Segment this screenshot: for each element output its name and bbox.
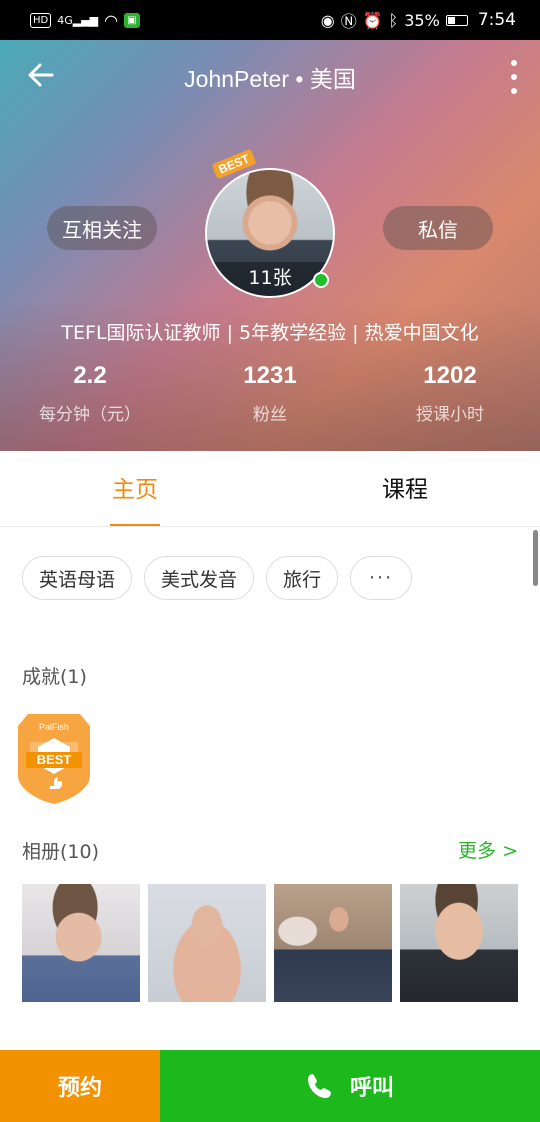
phone-icon [307, 1074, 331, 1098]
more-options-button[interactable] [508, 60, 520, 94]
status-right: ◉ Ⓝ ⏰ ᛒ 35% 7:54 [321, 8, 516, 32]
album-title: 相册(10) [22, 841, 100, 863]
battery-percent: 35% [404, 10, 440, 30]
more-dot [511, 88, 517, 94]
follow-button[interactable]: 互相关注 [47, 206, 157, 250]
message-button[interactable]: 私信 [383, 206, 493, 250]
avatar-container[interactable]: 11张 BEST [205, 148, 335, 298]
app-notification-icon: ▣ [124, 12, 140, 28]
alarm-icon: ⏰ [362, 10, 383, 30]
tag-more-button[interactable]: ··· [350, 556, 413, 600]
stat-price: 2.2 每分钟（元） [0, 362, 180, 425]
tag-list: 英语母语 美式发音 旅行 ··· [22, 556, 413, 600]
stat-label: 粉丝 [253, 405, 287, 425]
book-button[interactable]: 预约 [0, 1050, 160, 1122]
stat-value: 1231 [243, 362, 297, 389]
best-achievement-badge[interactable]: BEST PalFish [16, 712, 92, 806]
top-bar: JohnPeter • 美国 [0, 40, 540, 114]
stat-label: 授课小时 [416, 405, 484, 425]
stat-fans[interactable]: 1231 粉丝 [180, 362, 360, 425]
tab-bar: 主页 课程 [0, 451, 540, 527]
stat-hours: 1202 授课小时 [360, 362, 540, 425]
badge-text: BEST [37, 752, 72, 767]
eye-icon: ◉ [320, 10, 335, 30]
stat-value: 2.2 [73, 362, 107, 389]
bluetooth-icon: ᛒ [388, 10, 399, 30]
album-grid [22, 884, 518, 1002]
online-status-indicator [313, 272, 329, 288]
stat-value: 1202 [423, 362, 477, 389]
back-arrow-icon [28, 63, 54, 87]
scrollbar[interactable] [533, 530, 538, 586]
badge-brand: PalFish [39, 722, 69, 732]
tag-item[interactable]: 英语母语 [22, 556, 133, 600]
bio-text: TEFL国际认证教师 | 5年教学经验 | 热爱中国文化 [61, 322, 479, 344]
shield-icon: BEST PalFish [18, 714, 90, 804]
signal-icon: 4G▂▄▆ [57, 13, 99, 27]
stats-row: 2.2 每分钟（元） 1231 粉丝 1202 授课小时 [0, 362, 540, 425]
stat-label: 每分钟（元） [39, 405, 141, 425]
album-photo[interactable] [274, 884, 392, 1002]
clock: 7:54 [477, 10, 516, 30]
bottom-action-bar: 预约 呼叫 [0, 1050, 540, 1122]
tab-courses[interactable]: 课程 [270, 451, 540, 526]
profile-header: JohnPeter • 美国 互相关注 私信 11张 BEST TEFL国际认证… [0, 40, 540, 451]
battery-icon [445, 14, 468, 26]
more-dot [511, 60, 517, 66]
more-dot [511, 74, 517, 80]
status-bar: HD 4G▂▄▆ ◠ ▣ ◉ Ⓝ ⏰ ᛒ 35% 7:54 [0, 0, 540, 40]
call-label: 呼叫 [349, 1076, 394, 1101]
wifi-icon: ◠ [104, 10, 119, 30]
album-photo[interactable] [400, 884, 518, 1002]
nfc-icon: Ⓝ [340, 12, 357, 31]
page-title: JohnPeter • 美国 [184, 66, 356, 92]
album-photo[interactable] [148, 884, 266, 1002]
status-left: HD 4G▂▄▆ ◠ ▣ [30, 11, 140, 30]
tag-item[interactable]: 美式发音 [144, 556, 255, 600]
hd-indicator: HD [30, 12, 52, 28]
back-button[interactable] [26, 60, 60, 94]
tag-item[interactable]: 旅行 [266, 556, 339, 600]
album-photo[interactable] [22, 884, 140, 1002]
achievements-title: 成就(1) [22, 666, 87, 688]
tab-home[interactable]: 主页 [0, 451, 270, 526]
album-more-link[interactable]: 更多 > [458, 836, 518, 863]
call-button[interactable]: 呼叫 [160, 1050, 540, 1122]
